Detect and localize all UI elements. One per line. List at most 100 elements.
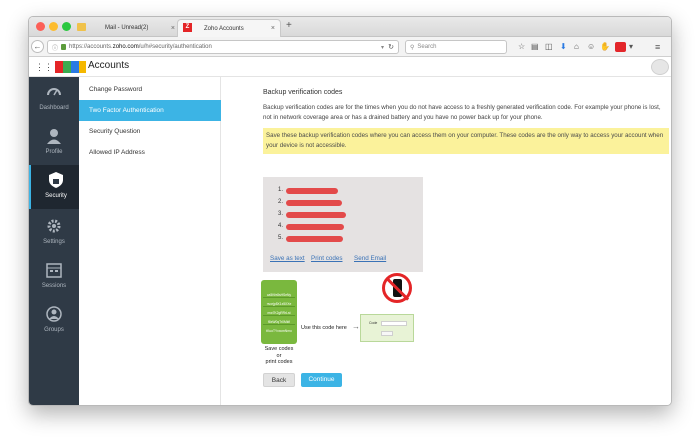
tab-mail-label: Mail - Unread(2) (105, 25, 149, 31)
subnav-allowed-ip[interactable]: Allowed IP Address (79, 142, 221, 163)
tab-close-icon[interactable]: × (271, 25, 275, 32)
code-number: 4. (278, 223, 284, 229)
code-number: 3. (278, 211, 284, 217)
instruction-illustration: ca5Kfe8sHSeNy nvorjp8X1x5XXe mw7K2gRRrLs… (261, 273, 441, 373)
redacted-code (286, 236, 343, 242)
ticket-line: tKuoTYxxcmNmo (266, 329, 292, 333)
ticket-line: nvorjp8X1x5XXe (263, 302, 295, 307)
redacted-code (286, 188, 338, 194)
lock-icon (61, 44, 67, 50)
gear-icon (47, 219, 61, 233)
security-subnav: Change Password Two Factor Authenticatio… (79, 77, 221, 405)
back-button[interactable]: Back (263, 373, 295, 387)
print-codes-link[interactable]: Print codes (311, 255, 343, 262)
screen: Mail - Unread(2) × Z Zoho Accounts × + ←… (0, 0, 700, 445)
tab-zoho-accounts[interactable]: Z Zoho Accounts × (177, 19, 281, 37)
code-number: 2. (278, 199, 284, 205)
nav-sessions-label: Sessions (41, 283, 67, 289)
nav-dashboard-label: Dashboard (39, 105, 69, 111)
calendar-icon (46, 263, 62, 278)
nav-profile-label: Profile (45, 149, 63, 155)
nav-dashboard[interactable]: Dashboard (29, 77, 79, 119)
send-email-link[interactable]: Send Email (354, 255, 386, 262)
nav-groups[interactable]: Groups (29, 299, 79, 341)
app-title: Accounts (88, 60, 130, 71)
codes-ticket-image: ca5Kfe8sHSeNy nvorjp8X1x5XXe mw7K2gRRrLs… (261, 280, 297, 344)
arrow-right-icon: → (352, 322, 360, 331)
download-icon[interactable]: ⬇ (560, 41, 567, 53)
nav-settings-label: Settings (43, 239, 65, 245)
nav-sessions[interactable]: Sessions (29, 255, 79, 297)
subnav-change-password[interactable]: Change Password (79, 79, 221, 100)
bookmark-star-icon[interactable]: ☆ (518, 41, 525, 53)
tab-close-icon[interactable]: × (171, 25, 175, 32)
url-domain: zoho.com (112, 44, 139, 50)
nav-groups-label: Groups (44, 327, 64, 333)
dropdown-icon[interactable]: ▾ (629, 41, 633, 53)
apps-grid-icon[interactable]: ⋮⋮ (35, 61, 53, 73)
continue-button[interactable]: Continue (301, 373, 342, 387)
dropdown-arrow-icon[interactable]: ▾ (381, 44, 384, 51)
no-phone-icon (382, 273, 412, 303)
ticket-line: ca5Kfe8sHSeNy (263, 293, 295, 298)
reload-icon[interactable]: ↻ (388, 43, 394, 51)
minimize-window-button[interactable] (49, 22, 58, 31)
nav-profile[interactable]: Profile (29, 121, 79, 163)
code-number: 1. (278, 187, 284, 193)
main-content: Backup verification codes Backup verific… (221, 77, 671, 405)
code-entry-label: Code (369, 321, 378, 325)
warning-note: Save these backup verification codes whe… (263, 128, 669, 154)
app-header: ⋮⋮ Accounts (29, 57, 671, 77)
save-as-text-link[interactable]: Save as text (270, 255, 305, 262)
code-number: 5. (278, 235, 284, 241)
redacted-code (286, 200, 342, 206)
tab-bar: Mail - Unread(2) × Z Zoho Accounts × + (29, 17, 671, 37)
backup-codes-box: 1. 2. 3. 4. 5. Save as text Print codes … (263, 177, 423, 272)
use-code-caption: Use this code here (301, 325, 347, 331)
save-codes-caption: Save codes or print codes (264, 346, 294, 365)
nav-settings[interactable]: Settings (29, 211, 79, 253)
subnav-two-factor[interactable]: Two Factor Authentication (79, 100, 221, 121)
browser-window: Mail - Unread(2) × Z Zoho Accounts × + ←… (28, 16, 672, 406)
subnav-security-question[interactable]: Security Question (79, 121, 221, 142)
pocket-icon[interactable]: ◫ (545, 41, 553, 53)
description-text: Backup verification codes are for the ti… (263, 104, 661, 121)
back-arrow-icon[interactable]: ← (31, 40, 44, 53)
nav-security[interactable]: Security (29, 165, 79, 209)
shield-icon (49, 172, 63, 188)
redacted-code (286, 224, 344, 230)
home-icon[interactable]: ⌂ (574, 41, 579, 53)
code-entry-image: Code (360, 314, 414, 342)
redacted-code (286, 212, 346, 218)
url-bar[interactable]: ⓘ https://accounts. zoho.com /u/h#securi… (47, 40, 399, 54)
section-heading: Backup verification codes (263, 89, 343, 96)
adblock-icon[interactable] (615, 42, 626, 52)
mail-tab-icon (77, 23, 86, 31)
extension-icon[interactable]: ☺ (587, 41, 595, 53)
ticket-line: f8xW0qTr0Mkfi (263, 320, 295, 325)
user-avatar[interactable] (651, 59, 669, 75)
menu-icon[interactable]: ≡ (655, 41, 660, 53)
url-prefix: https://accounts. (69, 44, 113, 50)
navigation-bar: ← ⓘ https://accounts. zoho.com /u/h#secu… (29, 37, 671, 57)
dashboard-icon (47, 88, 61, 96)
zoom-window-button[interactable] (62, 22, 71, 31)
user-icon (47, 129, 61, 144)
left-navigation: Dashboard Profile Security Settings Sess… (29, 77, 79, 405)
ticket-line: mw7K2gRRrLst (263, 311, 295, 316)
search-placeholder: Search (417, 44, 437, 50)
reading-list-icon[interactable]: ▤ (531, 41, 539, 53)
groups-icon (46, 306, 62, 322)
zoho-logo[interactable] (55, 61, 86, 73)
new-tab-button[interactable]: + (286, 20, 292, 31)
search-icon: ⚲ (410, 44, 415, 51)
tab-zoho-label: Zoho Accounts (204, 25, 244, 32)
url-path: /u/h#security/authentication (138, 44, 212, 50)
zoho-tab-icon: Z (183, 23, 192, 32)
info-icon: ⓘ (52, 45, 59, 52)
nav-security-label: Security (45, 193, 67, 199)
tab-mail[interactable]: Mail - Unread(2) × (75, 19, 180, 37)
search-input[interactable]: ⚲ Search (405, 40, 507, 54)
close-window-button[interactable] (36, 22, 45, 31)
hand-icon[interactable]: ✋ (600, 41, 610, 53)
